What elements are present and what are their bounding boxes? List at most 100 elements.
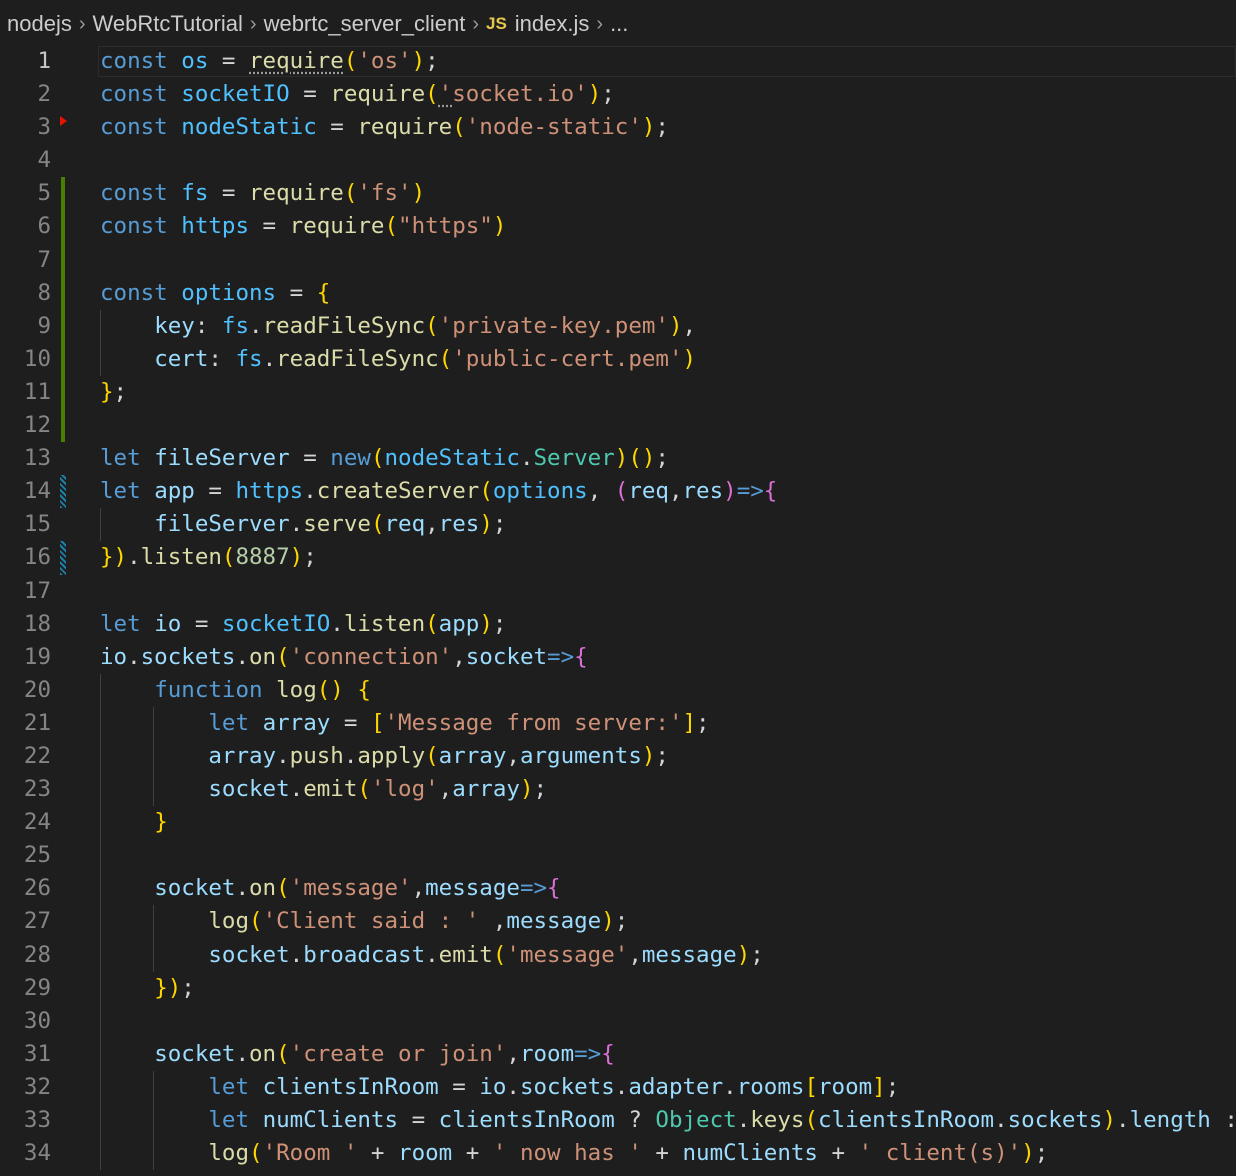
- code-line[interactable]: 15 fileServer.serve(req,res);: [0, 508, 1236, 542]
- code-line[interactable]: 9 key: fs.readFileSync('private-key.pem'…: [0, 309, 1236, 343]
- code-text[interactable]: cert: fs.readFileSync('public-cert.pem'): [100, 343, 696, 376]
- line-number[interactable]: 14: [0, 475, 51, 508]
- code-text[interactable]: const os = require('os');: [100, 45, 439, 78]
- line-number[interactable]: 30: [0, 1005, 51, 1038]
- code-text[interactable]: let clientsInRoom = io.sockets.adapter.r…: [100, 1071, 899, 1104]
- code-line[interactable]: 33 let numClients = clientsInRoom ? Obje…: [0, 1104, 1236, 1138]
- code-line[interactable]: 28 socket.broadcast.emit('message',messa…: [0, 938, 1236, 972]
- git-added-marker[interactable]: [61, 409, 65, 443]
- line-number[interactable]: 18: [0, 608, 51, 641]
- line-number[interactable]: 28: [0, 939, 51, 972]
- breadcrumb-item-symbols[interactable]: ...: [610, 11, 628, 37]
- git-modified-marker[interactable]: [60, 541, 66, 575]
- code-line[interactable]: 13 let fileServer = new(nodeStatic.Server…: [0, 442, 1236, 475]
- line-number[interactable]: 10: [0, 343, 51, 376]
- code-text[interactable]: const https = require("https"): [100, 210, 506, 243]
- code-line[interactable]: 34 log('Room ' + room + ' now has ' + nu…: [0, 1137, 1236, 1171]
- line-number[interactable]: 6: [0, 210, 51, 243]
- code-line[interactable]: 3 const nodeStatic = require('node-static…: [0, 111, 1236, 144]
- code-text[interactable]: }: [100, 806, 168, 839]
- code-text[interactable]: let numClients = clientsInRoom ? Object.…: [100, 1104, 1236, 1137]
- line-number[interactable]: 1: [0, 45, 51, 78]
- code-line[interactable]: 17: [0, 575, 1236, 608]
- code-line[interactable]: 21 let array = ['Message from server:'];: [0, 706, 1236, 740]
- code-line[interactable]: 20 function log() {: [0, 673, 1236, 707]
- code-line[interactable]: 30: [0, 1004, 1236, 1038]
- code-text[interactable]: array.push.apply(array,arguments);: [100, 740, 669, 773]
- code-line[interactable]: 8 const options = {: [0, 276, 1236, 310]
- code-text[interactable]: socket.emit('log',array);: [100, 773, 547, 806]
- code-line[interactable]: 23 socket.emit('log',array);: [0, 773, 1236, 807]
- code-text[interactable]: io.sockets.on('connection',socket=>{: [100, 641, 588, 674]
- code-text[interactable]: key: fs.readFileSync('private-key.pem'),: [100, 310, 696, 343]
- line-number[interactable]: 29: [0, 972, 51, 1005]
- code-line[interactable]: 19 io.sockets.on('connection',socket=>{: [0, 641, 1236, 674]
- line-number[interactable]: 4: [0, 144, 51, 177]
- code-line[interactable]: 14 let app = https.createServer(options, …: [0, 475, 1236, 509]
- code-text[interactable]: let app = https.createServer(options, (r…: [100, 475, 777, 508]
- line-number[interactable]: 13: [0, 442, 51, 475]
- code-text[interactable]: socket.on('create or join',room=>{: [100, 1038, 615, 1071]
- code-editor[interactable]: 1 const os = require('os'); 2 const socketI…: [0, 45, 1236, 1176]
- line-number[interactable]: 15: [0, 508, 51, 541]
- git-added-marker[interactable]: [61, 210, 65, 244]
- line-number[interactable]: 27: [0, 905, 51, 938]
- line-number[interactable]: 31: [0, 1038, 51, 1071]
- code-line[interactable]: 18 let io = socketIO.listen(app);: [0, 608, 1236, 641]
- code-line[interactable]: 29 });: [0, 971, 1236, 1005]
- line-number[interactable]: 25: [0, 839, 51, 872]
- code-line[interactable]: 22 array.push.apply(array,arguments);: [0, 739, 1236, 774]
- code-text[interactable]: const nodeStatic = require('node-static'…: [100, 111, 669, 144]
- code-line[interactable]: 2 const socketIO = require('socket.io');: [0, 78, 1236, 111]
- line-number[interactable]: 3: [0, 111, 51, 144]
- line-number[interactable]: 11: [0, 376, 51, 409]
- git-modified-marker[interactable]: [60, 475, 66, 509]
- code-line[interactable]: 7: [0, 243, 1236, 277]
- line-number[interactable]: 26: [0, 872, 51, 905]
- code-text[interactable]: }).listen(8887);: [100, 541, 317, 574]
- code-text[interactable]: const socketIO = require('socket.io');: [100, 78, 615, 111]
- line-number[interactable]: 24: [0, 806, 51, 839]
- code-line[interactable]: 11};: [0, 375, 1236, 410]
- line-number[interactable]: 2: [0, 78, 51, 111]
- git-added-marker[interactable]: [61, 309, 65, 343]
- line-number[interactable]: 19: [0, 641, 51, 674]
- code-text[interactable]: socket.on('message',message=>{: [100, 872, 560, 905]
- code-line[interactable]: 25: [0, 839, 1236, 873]
- code-text[interactable]: let fileServer = new(nodeStatic.Server)(…: [100, 442, 669, 475]
- code-line[interactable]: 32 let clientsInRoom = io.sockets.adapte…: [0, 1070, 1236, 1104]
- line-number[interactable]: 9: [0, 310, 51, 343]
- line-number[interactable]: 21: [0, 707, 51, 740]
- line-number[interactable]: 17: [0, 575, 51, 608]
- line-number[interactable]: 12: [0, 409, 51, 442]
- code-line[interactable]: 12: [0, 409, 1236, 443]
- line-number[interactable]: 5: [0, 177, 51, 210]
- git-added-marker[interactable]: [61, 243, 65, 277]
- code-text[interactable]: });: [100, 972, 195, 1005]
- code-text[interactable]: const options = {: [100, 277, 330, 310]
- line-number[interactable]: 34: [0, 1137, 51, 1170]
- code-line[interactable]: 5 const fs = require('fs'): [0, 177, 1236, 211]
- code-line[interactable]: 31 socket.on('create or join',room=>{: [0, 1037, 1236, 1071]
- code-text[interactable]: let array = ['Message from server:'];: [100, 707, 709, 740]
- code-text[interactable]: log('Client said : ' ,message);: [100, 905, 628, 938]
- breadcrumb-item-webrtc-server-client[interactable]: webrtc_server_client: [264, 11, 466, 37]
- code-text[interactable]: };: [100, 376, 127, 409]
- line-number[interactable]: 7: [0, 244, 51, 277]
- code-line[interactable]: 16}).listen(8887);: [0, 541, 1236, 575]
- git-added-marker[interactable]: [61, 375, 65, 410]
- git-added-marker[interactable]: [61, 342, 65, 376]
- code-line[interactable]: 24 }: [0, 806, 1236, 840]
- code-line[interactable]: 4: [0, 144, 1236, 177]
- line-number[interactable]: 32: [0, 1071, 51, 1104]
- code-line[interactable]: 10 cert: fs.readFileSync('public-cert.pe…: [0, 342, 1236, 376]
- code-text[interactable]: log('Room ' + room + ' now has ' + numCl…: [100, 1137, 1048, 1170]
- breadcrumb-item-nodejs[interactable]: nodejs: [7, 11, 72, 37]
- code-line[interactable]: 6 const https = require("https"): [0, 210, 1236, 244]
- code-text[interactable]: const fs = require('fs'): [100, 177, 425, 210]
- line-number[interactable]: 8: [0, 277, 51, 310]
- code-text[interactable]: fileServer.serve(req,res);: [100, 508, 506, 541]
- code-text[interactable]: socket.broadcast.emit('message',message)…: [100, 939, 763, 972]
- breadcrumb-item-index-js[interactable]: index.js: [515, 11, 590, 37]
- line-number[interactable]: 22: [0, 740, 51, 773]
